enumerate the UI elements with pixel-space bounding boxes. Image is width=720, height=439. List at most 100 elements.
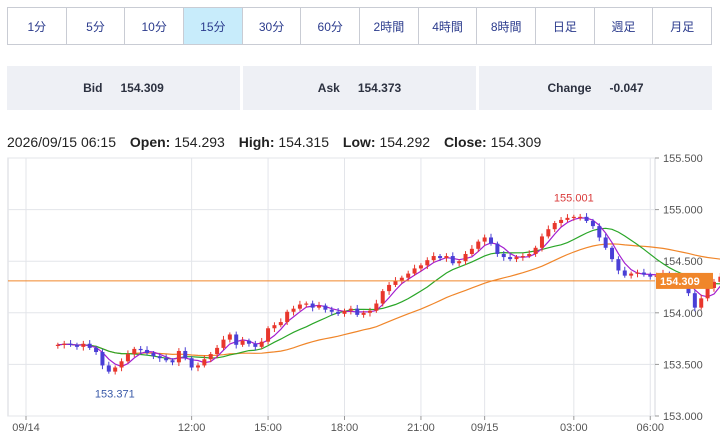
candle-body bbox=[501, 253, 506, 258]
candle-body bbox=[489, 237, 494, 244]
candle-body bbox=[578, 216, 583, 219]
candle-body bbox=[590, 220, 595, 227]
candle-body bbox=[450, 256, 455, 264]
candle-body bbox=[629, 273, 634, 276]
candle-body bbox=[113, 367, 118, 372]
candle-body bbox=[520, 256, 525, 258]
candle-body bbox=[215, 347, 220, 355]
candle-body bbox=[635, 272, 640, 274]
y-tick-label: 155.500 bbox=[663, 153, 703, 165]
high-annotation: 155.001 bbox=[554, 192, 594, 204]
candle-body bbox=[508, 257, 513, 260]
candle-body bbox=[253, 343, 258, 347]
candle-body bbox=[348, 308, 353, 311]
candle-body bbox=[74, 344, 79, 347]
x-tick-label: 21:00 bbox=[407, 422, 435, 434]
candle-body bbox=[425, 260, 430, 266]
candle-body bbox=[125, 354, 130, 362]
candle-body bbox=[469, 248, 474, 254]
candle-body bbox=[208, 354, 213, 360]
candle-body bbox=[565, 217, 570, 220]
candle-body bbox=[616, 259, 621, 271]
candle-body bbox=[145, 349, 150, 354]
y-tick-label: 154.500 bbox=[663, 256, 703, 268]
candle-body bbox=[361, 312, 366, 315]
candle-body bbox=[195, 365, 200, 368]
candle-body bbox=[323, 305, 328, 310]
candle-body bbox=[387, 284, 392, 292]
candle-body bbox=[246, 340, 251, 344]
y-tick-label: 154.000 bbox=[663, 308, 703, 320]
candle-body bbox=[412, 268, 417, 274]
y-tick-label: 153.500 bbox=[663, 359, 703, 371]
candle-body bbox=[100, 352, 105, 366]
candle-body bbox=[533, 247, 538, 254]
candle-body bbox=[310, 303, 315, 308]
candle-body bbox=[559, 219, 564, 224]
candle-body bbox=[406, 273, 411, 278]
x-tick-label: 18:00 bbox=[331, 422, 359, 434]
candle-body bbox=[648, 274, 653, 277]
candle-body bbox=[240, 340, 245, 345]
candle-body bbox=[202, 359, 207, 366]
candle-body bbox=[571, 216, 576, 219]
candle-body bbox=[189, 358, 194, 368]
candle-body bbox=[603, 237, 608, 248]
candle-body bbox=[291, 308, 296, 312]
candle-body bbox=[514, 257, 519, 260]
candle-body bbox=[151, 353, 156, 357]
candle-body bbox=[482, 237, 487, 242]
candle-body bbox=[297, 304, 302, 309]
candle-body bbox=[164, 358, 169, 361]
candle-body bbox=[278, 322, 283, 326]
candle-body bbox=[234, 334, 239, 345]
candle-body bbox=[266, 328, 271, 342]
candle-body bbox=[610, 247, 615, 260]
candle-body bbox=[431, 256, 436, 261]
candle-body bbox=[552, 223, 557, 230]
candle-body bbox=[584, 216, 589, 221]
candle-body bbox=[705, 288, 710, 299]
candle-body bbox=[259, 341, 264, 347]
candle-body bbox=[355, 308, 360, 315]
candle-body bbox=[176, 350, 181, 363]
x-tick-label: 09/14 bbox=[12, 422, 40, 434]
y-tick-label: 153.000 bbox=[663, 411, 703, 423]
candle-body bbox=[336, 311, 341, 314]
candle-body bbox=[221, 339, 226, 348]
candle-body bbox=[641, 272, 646, 275]
candle-body bbox=[622, 270, 627, 276]
candle-body bbox=[374, 303, 379, 311]
candle-body bbox=[539, 236, 544, 248]
candle-body bbox=[399, 277, 404, 281]
candle-body bbox=[380, 291, 385, 304]
candle-body bbox=[55, 344, 60, 346]
candle-body bbox=[699, 298, 704, 308]
candle-body bbox=[329, 309, 334, 312]
candle-body bbox=[692, 293, 697, 308]
x-tick-label: 09/15 bbox=[471, 422, 499, 434]
low-annotation: 153.371 bbox=[95, 389, 135, 401]
candle-body bbox=[367, 310, 372, 313]
candlestick-chart[interactable]: 153.000 153.500 154.000 154.500 155.000 155.5… bbox=[0, 0, 720, 439]
candle-body bbox=[597, 226, 602, 238]
candle-body bbox=[495, 243, 500, 254]
candle-body bbox=[170, 360, 175, 363]
candle-body bbox=[476, 241, 481, 249]
candle-body bbox=[106, 365, 111, 372]
candle-body bbox=[438, 256, 443, 259]
candle-body bbox=[418, 265, 423, 269]
x-tick-label: 15:00 bbox=[254, 422, 282, 434]
candle-body bbox=[527, 253, 532, 257]
candle-body bbox=[138, 348, 143, 351]
candle-body bbox=[304, 303, 309, 305]
candle-body bbox=[94, 347, 99, 353]
candle-body bbox=[81, 343, 86, 347]
candle-body bbox=[457, 261, 462, 264]
candle-body bbox=[444, 256, 449, 259]
candle-body bbox=[227, 334, 232, 340]
candle-body bbox=[87, 343, 92, 348]
candle-body bbox=[342, 310, 347, 314]
candle-body bbox=[272, 325, 277, 329]
x-tick-label: 06:00 bbox=[636, 422, 664, 434]
